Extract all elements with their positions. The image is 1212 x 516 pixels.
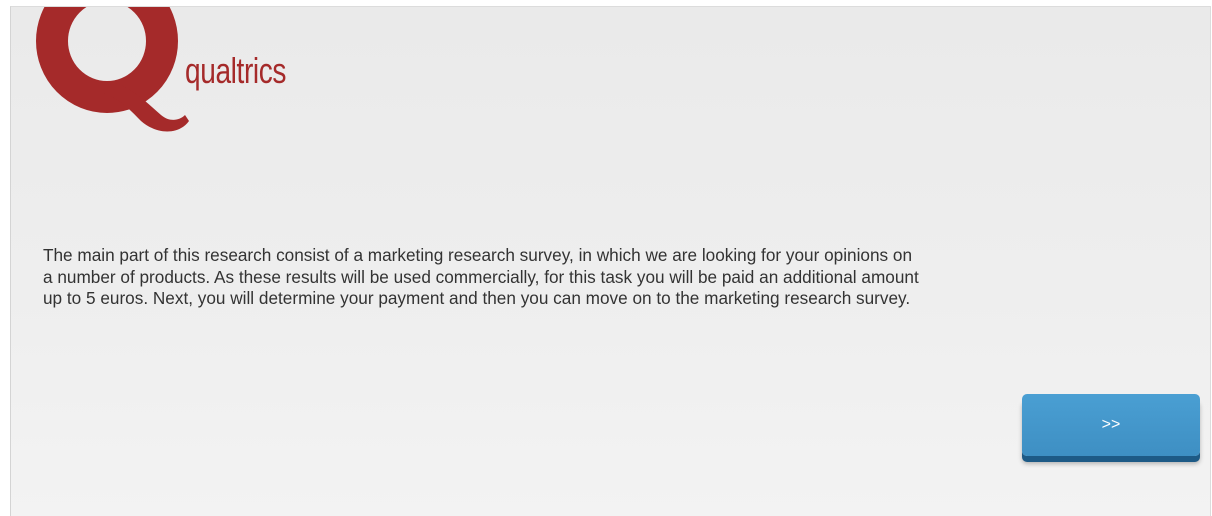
- qualtrics-wordmark: qualtrics: [185, 50, 287, 91]
- qualtrics-q-icon: [36, 7, 189, 132]
- survey-page: qualtrics The main part of this research…: [10, 6, 1211, 516]
- qualtrics-logo: qualtrics: [33, 7, 333, 139]
- next-button[interactable]: >>: [1022, 394, 1200, 456]
- survey-intro-text: The main part of this research consist o…: [43, 245, 919, 308]
